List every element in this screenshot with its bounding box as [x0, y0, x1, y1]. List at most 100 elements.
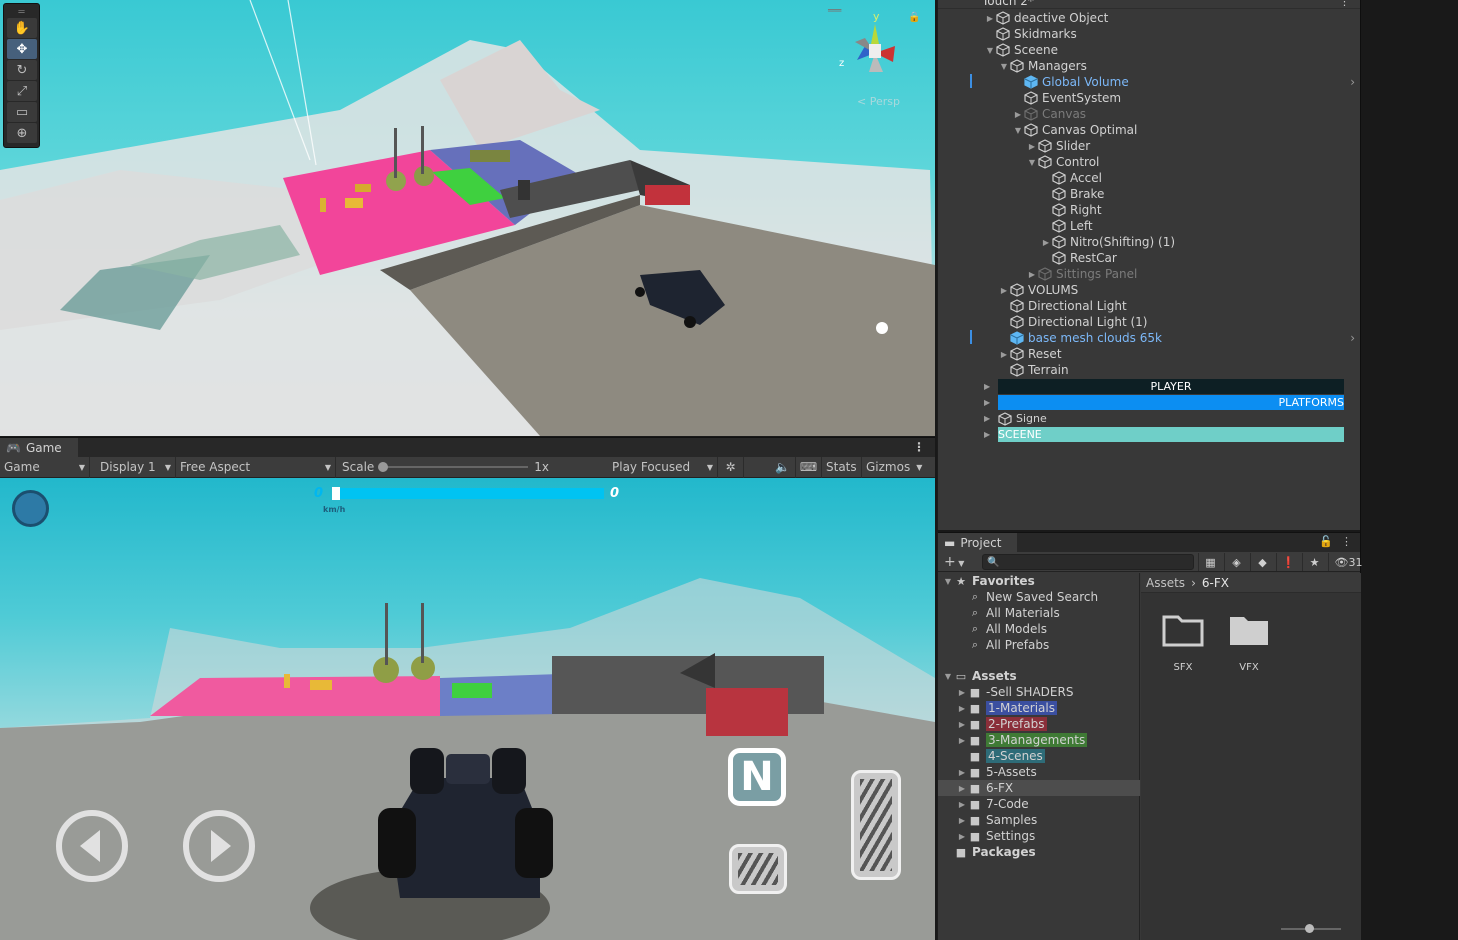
create-button[interactable]: + ▼ — [944, 554, 964, 570]
scene-3d-render[interactable] — [0, 0, 935, 436]
project-tree-item[interactable]: ⌕ All Models — [938, 621, 1140, 637]
project-tree-item[interactable]: ▼ ★ Favorites — [938, 573, 1140, 589]
fold-closed-icon[interactable]: ▶ — [1026, 270, 1038, 279]
hierarchy-header-bar[interactable]: SCEENE — [998, 427, 1344, 442]
hierarchy-item[interactable]: ▶ VOLUMS — [938, 282, 1360, 298]
search-by-type-icon[interactable]: ▦ — [1198, 553, 1222, 571]
fold-closed-icon[interactable]: ▶ — [956, 784, 968, 793]
scene-kebab-menu[interactable]: ⋮ — [1339, 0, 1350, 8]
mute-audio-button[interactable]: 🔈 — [770, 456, 796, 478]
project-tree-item[interactable]: ⌕ All Prefabs — [938, 637, 1140, 653]
mode-dropdown[interactable]: Game ▼ — [0, 456, 90, 478]
project-tree-item[interactable]: ▶ ■ 6-FX — [938, 780, 1140, 796]
tab-game[interactable]: 🎮 Game — [0, 438, 78, 458]
folder-vfx[interactable]: VFX — [1219, 613, 1279, 673]
fold-open-icon[interactable]: ▼ — [984, 46, 996, 55]
project-tree-item[interactable]: ■ Packages — [938, 844, 1140, 860]
hierarchy-item[interactable]: ▼ Canvas Optimal — [938, 122, 1360, 138]
project-tree-item[interactable]: ▼ ▭ Assets — [938, 668, 1140, 684]
steer-right-button[interactable] — [183, 810, 255, 882]
lock-icon[interactable]: 🔓 — [1319, 535, 1333, 548]
fold-closed-icon[interactable]: ▶ — [984, 430, 990, 439]
hierarchy-item[interactable]: Left — [938, 218, 1360, 234]
scene-view[interactable]: ═ ✋ ✥ ↻ ⤢ ▭ ⊕ ══ 🔒 y z < Persp — [0, 0, 935, 436]
fold-closed-icon[interactable]: ▶ — [956, 832, 968, 841]
fold-closed-icon[interactable]: ▶ — [984, 14, 996, 23]
hierarchy-item[interactable]: Terrain — [938, 362, 1360, 378]
fold-closed-icon[interactable]: ▶ — [956, 720, 968, 729]
hierarchy-header-bar[interactable]: PLAYER — [998, 379, 1344, 394]
fold-closed-icon[interactable]: ▶ — [984, 398, 990, 407]
fold-closed-icon[interactable]: ▶ — [998, 350, 1010, 359]
display-dropdown[interactable]: Display 1 ▼ — [90, 456, 176, 478]
hierarchy-item[interactable]: RestCar — [938, 250, 1360, 266]
chevron-right-icon[interactable]: › — [1350, 75, 1355, 89]
fold-open-icon[interactable]: ▼ — [1012, 126, 1024, 135]
filter-by-label-icon[interactable]: ◆ — [1250, 553, 1274, 571]
hierarchy-header-bar[interactable]: PLATFORMS — [998, 395, 1344, 410]
favorite-star-icon[interactable]: ★ — [1302, 553, 1326, 571]
fold-closed-icon[interactable]: ▶ — [984, 382, 990, 391]
bug-button[interactable]: ✲ — [718, 456, 744, 478]
breadcrumb-current[interactable]: 6-FX — [1202, 576, 1229, 590]
gizmos-dropdown[interactable]: Gizmos ▼ — [862, 457, 922, 478]
hierarchy-item[interactable]: EventSystem — [938, 90, 1360, 106]
breadcrumb-assets[interactable]: Assets — [1146, 576, 1185, 590]
icon-size-slider[interactable] — [1281, 924, 1341, 933]
project-tree-item[interactable]: ▶ ■ Samples — [938, 812, 1140, 828]
project-tree-item[interactable]: ▶ ■ -Sell SHADERS — [938, 684, 1140, 700]
nitro-button[interactable]: N — [728, 748, 786, 806]
project-tree-item[interactable]: ⌕ New Saved Search — [938, 589, 1140, 605]
project-tree-item[interactable]: ▶ ■ 2-Prefabs — [938, 716, 1140, 732]
hierarchy-item[interactable]: ▶ Slider — [938, 138, 1360, 154]
hierarchy-item[interactable]: Directional Light — [938, 298, 1360, 314]
fold-closed-icon[interactable]: ▶ — [956, 688, 968, 697]
fold-closed-icon[interactable]: ▶ — [984, 414, 990, 423]
project-tree-item[interactable]: ▶ ■ 3-Managements — [938, 732, 1140, 748]
fold-closed-icon[interactable]: ▶ — [956, 704, 968, 713]
project-search-input[interactable]: 🔍 — [982, 554, 1194, 570]
hidden-packages-toggle[interactable]: 👁 31 — [1328, 553, 1368, 571]
fold-open-icon[interactable]: ▼ — [1026, 158, 1038, 167]
steer-left-button[interactable] — [56, 810, 128, 882]
hierarchy-item[interactable]: base mesh clouds 65k › — [938, 330, 1360, 346]
project-tree-item[interactable]: ▶ ■ 5-Assets — [938, 764, 1140, 780]
move-tool-button[interactable]: ✥ — [7, 39, 37, 59]
scale-tool-button[interactable]: ⤢ — [7, 81, 37, 101]
hierarchy-item[interactable]: ▼ Control — [938, 154, 1360, 170]
fold-closed-icon[interactable]: ▶ — [956, 816, 968, 825]
hierarchy-item[interactable]: ▶ Sittings Panel — [938, 266, 1360, 282]
transform-tool-button[interactable]: ⊕ — [7, 123, 37, 143]
hierarchy-item[interactable]: Skidmarks — [938, 26, 1360, 42]
fold-closed-icon[interactable]: ▶ — [1026, 142, 1038, 151]
keyboard-button[interactable]: ⌨ — [796, 456, 822, 478]
folder-sfx[interactable]: SFX — [1153, 613, 1213, 673]
warning-icon[interactable]: ❗ — [1276, 553, 1300, 571]
fold-open-icon[interactable]: ▼ — [998, 62, 1010, 71]
hand-tool-button[interactable]: ✋ — [7, 18, 37, 38]
play-mode-dropdown[interactable]: Play Focused ▼ — [608, 456, 718, 478]
filter-by-type-icon[interactable]: ◈ — [1224, 553, 1248, 571]
scale-slider-thumb[interactable] — [378, 462, 389, 472]
fold-closed-icon[interactable]: ▶ — [956, 736, 968, 745]
fold-closed-icon[interactable]: ▶ — [1040, 238, 1052, 247]
rotate-tool-button[interactable]: ↻ — [7, 60, 37, 80]
tab-project[interactable]: ▬ Project — [938, 533, 1018, 553]
hierarchy-item[interactable]: Right — [938, 202, 1360, 218]
fold-closed-icon[interactable]: ▶ — [998, 286, 1010, 295]
rect-tool-button[interactable]: ▭ — [7, 102, 37, 122]
reset-car-button[interactable] — [12, 490, 49, 527]
scale-slider[interactable] — [378, 462, 529, 472]
hierarchy-item[interactable]: ▶ Nitro(Shifting) (1) — [938, 234, 1360, 250]
fold-closed-icon[interactable]: ▶ — [956, 800, 968, 809]
stats-button[interactable]: Stats — [822, 456, 862, 478]
hierarchy-item[interactable]: ▼ Managers — [938, 58, 1360, 74]
hierarchy-scene-header[interactable]: Touch 2* ⋮ — [938, 0, 1360, 9]
hierarchy-item[interactable]: ▶ Reset — [938, 346, 1360, 362]
hierarchy-header-bar[interactable]: Signe — [998, 411, 1344, 426]
hierarchy-item[interactable]: ▶ deactive Object — [938, 10, 1360, 26]
hierarchy-item[interactable]: ▼ Sceene — [938, 42, 1360, 58]
project-tree-item[interactable]: ▶ ■ 7-Code — [938, 796, 1140, 812]
accelerator-pedal-button[interactable] — [851, 770, 901, 880]
fold-closed-icon[interactable]: ▶ — [1012, 110, 1024, 119]
